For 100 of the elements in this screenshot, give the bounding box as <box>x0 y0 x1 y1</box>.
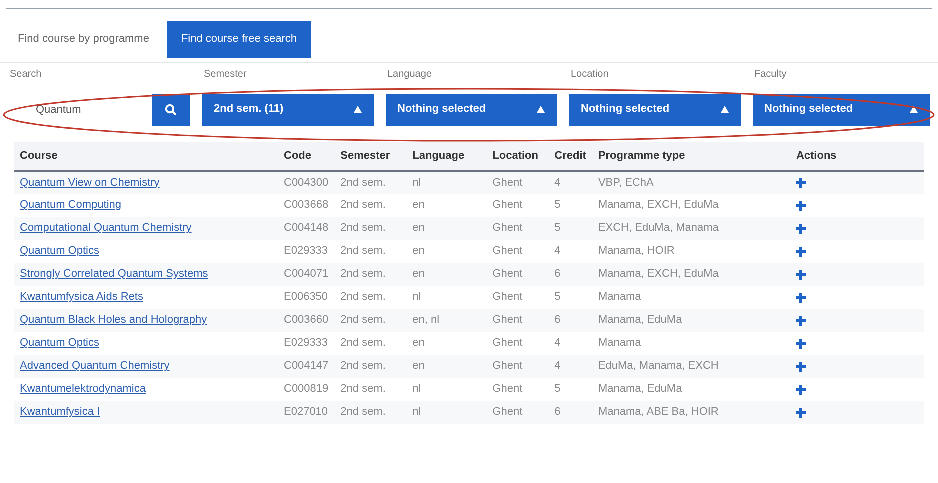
table-cell: 2nd sem. <box>340 360 386 372</box>
plus-icon <box>796 384 806 394</box>
table-cell: 2nd sem. <box>340 383 386 396</box>
dropdown[interactable]: 2nd sem. (11) <box>202 94 374 126</box>
table-cell: Ghent <box>492 337 523 350</box>
caret-icon <box>354 106 362 113</box>
plus-icon <box>796 292 806 302</box>
dropdown[interactable]: Nothing selected <box>386 94 557 126</box>
table-cell: E029333 <box>284 245 328 258</box>
table-cell: 6 <box>554 406 561 418</box>
table-cell: 4 <box>554 176 561 189</box>
add-button[interactable] <box>796 224 806 234</box>
table-cell: Manama, ABE Ba, HOIR <box>598 406 719 418</box>
table-cell: 2nd sem. <box>340 337 386 350</box>
plus-icon <box>796 362 806 372</box>
add-button[interactable] <box>796 246 806 256</box>
add-button[interactable] <box>796 316 806 326</box>
table-cell: 4 <box>554 245 561 258</box>
table-cell: Ghent <box>492 291 523 304</box>
add-button[interactable] <box>796 200 806 210</box>
table-cell: Ghent <box>492 406 523 418</box>
search-icon <box>165 104 177 116</box>
plus-icon <box>796 316 806 326</box>
table-cell: 5 <box>554 291 561 304</box>
table-cell: 2nd sem. <box>340 268 386 280</box>
tab[interactable]: Find course by programme <box>14 21 154 58</box>
table-cell: C004071 <box>284 268 329 280</box>
course-link[interactable]: Strongly Correlated Quantum Systems <box>20 268 208 280</box>
table-cell: en <box>412 222 425 234</box>
table-cell: 2nd sem. <box>340 245 386 258</box>
course-link[interactable]: Quantum Optics <box>20 337 100 350</box>
table-cell: Ghent <box>492 268 523 280</box>
table-cell: Ghent <box>492 360 523 372</box>
table-cell: Ghent <box>492 314 523 326</box>
table-cell: en <box>412 199 425 212</box>
table-cell: 5 <box>554 199 561 212</box>
tab[interactable]: Find course free search <box>167 21 312 58</box>
table-cell: C004300 <box>284 176 329 189</box>
column-header: Credit <box>548 142 592 171</box>
dropdown[interactable]: Nothing selected <box>569 94 740 126</box>
add-button[interactable] <box>796 362 806 372</box>
course-link[interactable]: Quantum View on Chemistry <box>20 176 160 189</box>
table-cell: Manama, EXCH, EduMa <box>598 268 719 280</box>
filter-label: Location <box>570 68 610 82</box>
add-button[interactable] <box>796 178 806 188</box>
table-cell: Manama, EduMa <box>598 383 682 396</box>
table-cell: Ghent <box>492 176 523 189</box>
table-cell: C004148 <box>284 222 329 234</box>
table-cell: E006350 <box>284 291 328 304</box>
column-header: Code <box>278 142 335 171</box>
plus-icon <box>796 270 806 280</box>
search-button[interactable] <box>152 94 190 126</box>
table-cell: EXCH, EduMa, Manama <box>598 222 719 234</box>
dropdown[interactable]: Nothing selected <box>752 94 930 126</box>
table-cell: C003668 <box>284 199 329 212</box>
table-cell: en, nl <box>412 314 440 326</box>
table-cell: nl <box>412 383 422 396</box>
plus-icon <box>796 224 806 234</box>
course-link[interactable]: Computational Quantum Chemistry <box>20 222 192 234</box>
course-link[interactable]: Quantum Optics <box>20 245 100 258</box>
table-cell: nl <box>412 291 422 304</box>
filter-label: Semester <box>203 68 248 82</box>
table-cell: EduMa, Manama, EXCH <box>598 360 719 372</box>
course-link[interactable]: Quantum Black Holes and Holography <box>20 314 208 326</box>
table-cell: Ghent <box>492 199 523 212</box>
table-cell: nl <box>412 176 422 189</box>
filter-label: Search <box>9 68 43 82</box>
plus-icon <box>796 178 806 188</box>
table-cell: 6 <box>554 314 561 326</box>
add-button[interactable] <box>796 270 806 280</box>
table-cell: nl <box>412 406 422 418</box>
course-link[interactable]: Kwantumfysica Aids Rets <box>20 291 144 304</box>
table-cell: en <box>412 337 425 350</box>
table-cell: 4 <box>554 360 561 372</box>
table-cell: E027010 <box>284 406 328 418</box>
column-header: Course <box>14 142 278 171</box>
column-header: Language <box>406 142 487 171</box>
table-cell: C000819 <box>284 383 329 396</box>
add-button[interactable] <box>796 292 806 302</box>
add-button[interactable] <box>796 338 806 348</box>
filter-label: Faculty <box>754 68 788 82</box>
table-cell: 6 <box>554 268 561 280</box>
table-cell: 2nd sem. <box>340 199 386 212</box>
table-cell: Ghent <box>492 383 523 396</box>
caret-icon <box>537 106 545 113</box>
plus-icon <box>796 200 806 210</box>
table-cell: en <box>412 268 425 280</box>
table-cell: 2nd sem. <box>340 291 386 304</box>
course-link[interactable]: Quantum Computing <box>20 199 122 212</box>
course-link[interactable]: Kwantumelektrodynamica <box>20 383 146 396</box>
table-cell: C004147 <box>284 360 329 372</box>
table-cell: 2nd sem. <box>340 406 386 418</box>
column-header: Actions <box>790 142 924 171</box>
course-link[interactable]: Advanced Quantum Chemistry <box>20 360 170 372</box>
add-button[interactable] <box>796 408 806 418</box>
add-button[interactable] <box>796 384 806 394</box>
table-cell: Ghent <box>492 222 523 234</box>
plus-icon <box>796 408 806 418</box>
table-cell: Manama, HOIR <box>598 245 675 258</box>
course-link[interactable]: Kwantumfysica I <box>20 406 100 418</box>
